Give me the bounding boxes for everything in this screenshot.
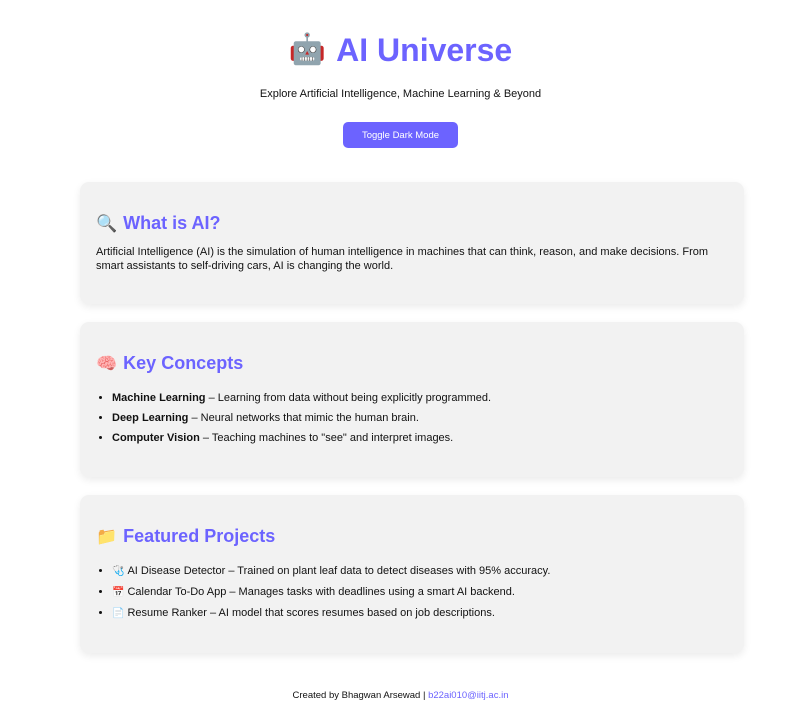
list-item: 🩺AI Disease Detector – Trained on plant … <box>112 561 728 582</box>
hero-header: 🤖 AI Universe Explore Artificial Intelli… <box>0 0 801 148</box>
project-text: Calendar To-Do App – Manages tasks with … <box>127 586 515 598</box>
footer-credit: Created by Bhagwan Arsewad | <box>292 690 429 701</box>
folder-icon: 📁 <box>96 527 118 546</box>
footer: Created by Bhagwan Arsewad | b22ai010@ii… <box>0 690 801 701</box>
list-item: 📅Calendar To-Do App – Manages tasks with… <box>112 582 728 603</box>
project-text: AI Disease Detector – Trained on plant l… <box>127 565 551 577</box>
stethoscope-icon: 🩺 <box>112 566 125 577</box>
featured-projects-list: 🩺AI Disease Detector – Trained on plant … <box>96 561 728 624</box>
document-icon: 📄 <box>112 608 125 619</box>
concept-description: – Neural networks that mimic the human b… <box>188 412 419 424</box>
what-is-ai-body: Artificial Intelligence (AI) is the simu… <box>96 246 709 272</box>
what-is-ai-heading-text: What is AI? <box>123 213 221 233</box>
what-is-ai-card: 🔍 What is AI? Artificial Intelligence (A… <box>80 182 744 304</box>
calendar-icon: 📅 <box>112 587 125 598</box>
concept-description: – Learning from data without being expli… <box>205 392 492 404</box>
key-concepts-heading-text: Key Concepts <box>123 353 244 373</box>
page-title: 🤖 AI Universe <box>289 28 512 72</box>
featured-projects-card: 📁 Featured Projects 🩺AI Disease Detector… <box>80 495 744 653</box>
toggle-dark-mode-button[interactable]: Toggle Dark Mode <box>343 122 458 148</box>
project-text: Resume Ranker – AI model that scores res… <box>127 607 495 619</box>
page-subtitle: Explore Artificial Intelligence, Machine… <box>259 88 542 100</box>
key-concepts-list: Machine Learning – Learning from data wi… <box>96 388 728 448</box>
featured-projects-heading: 📁 Featured Projects <box>96 526 728 547</box>
featured-projects-heading-text: Featured Projects <box>123 526 276 546</box>
list-item: 📄Resume Ranker – AI model that scores re… <box>112 603 728 624</box>
concept-term: Deep Learning <box>112 412 189 424</box>
page: 🤖 AI Universe Explore Artificial Intelli… <box>0 0 801 717</box>
brain-icon: 🧠 <box>96 354 118 373</box>
concept-description: – Teaching machines to "see" and interpr… <box>199 432 454 444</box>
concept-term: Machine Learning <box>112 392 206 404</box>
list-item: Machine Learning – Learning from data wi… <box>112 388 728 408</box>
list-item: Deep Learning – Neural networks that mim… <box>112 408 728 428</box>
robot-icon: 🤖 <box>288 33 327 66</box>
list-item: Computer Vision – Teaching machines to "… <box>112 428 728 448</box>
what-is-ai-heading: 🔍 What is AI? <box>96 213 728 234</box>
footer-email-link[interactable]: b22ai010@iitj.ac.in <box>428 690 508 701</box>
page-title-text: AI Universe <box>336 31 513 68</box>
magnifier-icon: 🔍 <box>96 214 118 233</box>
concept-term: Computer Vision <box>112 432 200 444</box>
key-concepts-heading: 🧠 Key Concepts <box>96 353 728 374</box>
key-concepts-card: 🧠 Key Concepts Machine Learning – Learni… <box>80 322 744 477</box>
